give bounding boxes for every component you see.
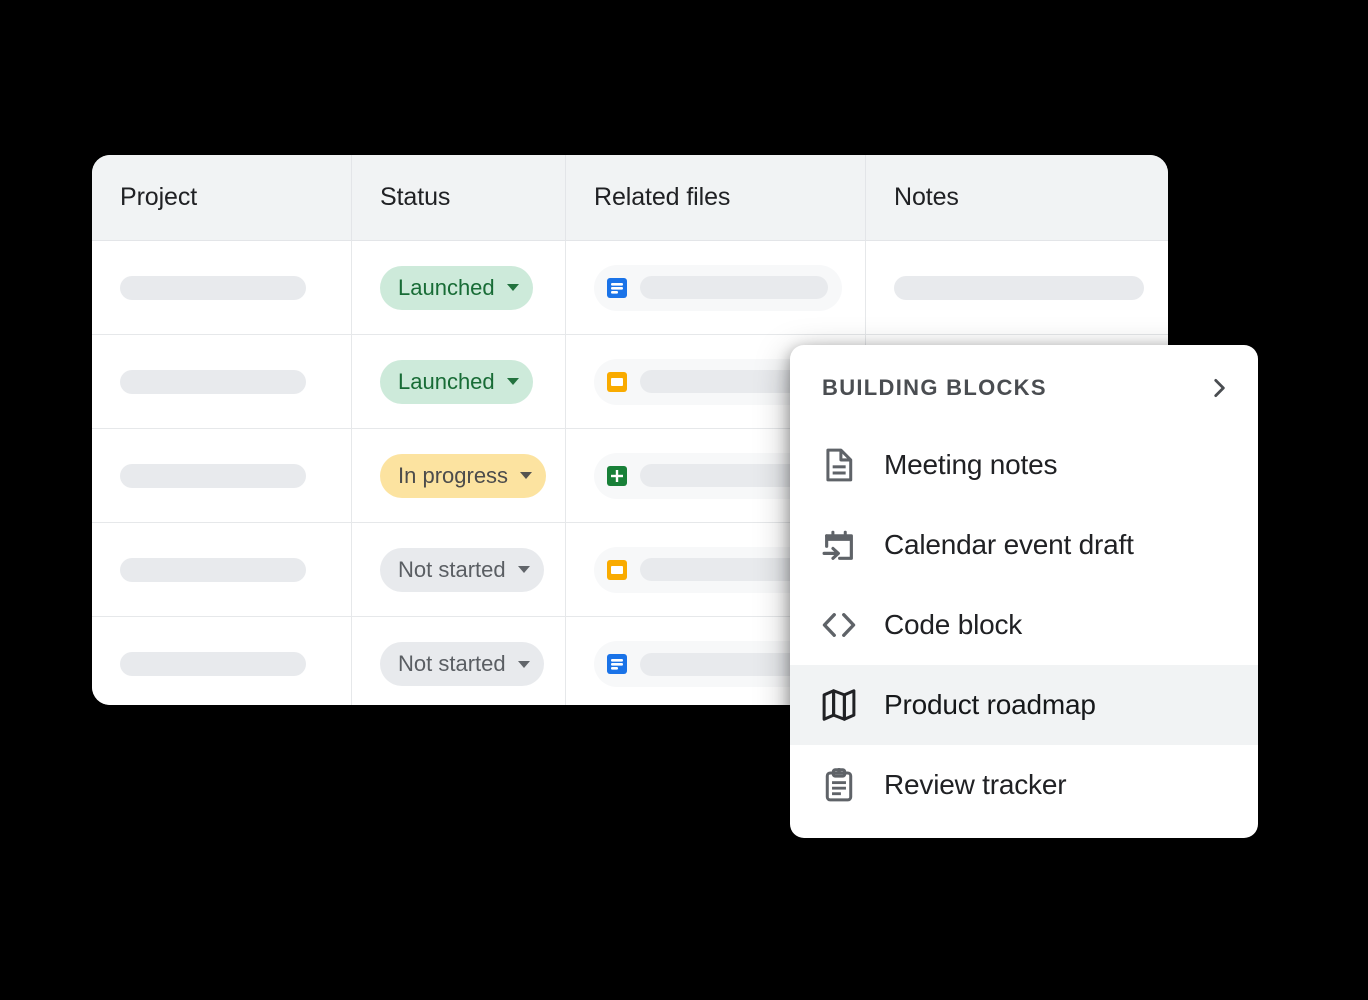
building-blocks-header[interactable]: BUILDING BLOCKS [790, 351, 1258, 425]
status-badge[interactable]: Launched [380, 360, 533, 404]
clipboard-list-icon [820, 766, 858, 804]
building-blocks-panel: BUILDING BLOCKS Meeting notes [790, 345, 1258, 838]
table-row[interactable] [92, 429, 352, 523]
table-row[interactable] [566, 241, 866, 335]
chevron-down-icon [518, 661, 530, 668]
menu-item-label: Meeting notes [884, 449, 1057, 481]
table-row[interactable] [866, 241, 1168, 335]
google-sheets-icon [605, 464, 629, 488]
project-name-placeholder [120, 558, 306, 582]
related-file-name-placeholder [640, 276, 828, 299]
status-badge[interactable]: Launched [380, 266, 533, 310]
column-header-project[interactable]: Project [92, 155, 352, 241]
menu-item-calendar-event-draft[interactable]: Calendar event draft [790, 505, 1258, 585]
chevron-down-icon [507, 378, 519, 385]
notes-placeholder [894, 276, 1144, 300]
menu-item-label: Product roadmap [884, 689, 1096, 721]
status-badge-label: Launched [398, 275, 495, 301]
chevron-down-icon [518, 566, 530, 573]
project-name-placeholder [120, 464, 306, 488]
menu-item-label: Review tracker [884, 769, 1066, 801]
status-badge-label: Not started [398, 651, 506, 677]
map-icon [820, 686, 858, 724]
table-row[interactable] [92, 335, 352, 429]
project-name-placeholder [120, 652, 306, 676]
table-row[interactable] [92, 523, 352, 617]
table-row[interactable] [92, 617, 352, 705]
status-badge[interactable]: Not started [380, 642, 544, 686]
status-badge-label: Launched [398, 369, 495, 395]
menu-item-review-tracker[interactable]: Review tracker [790, 745, 1258, 825]
menu-item-code-block[interactable]: Code block [790, 585, 1258, 665]
code-brackets-icon [820, 606, 858, 644]
menu-item-label: Code block [884, 609, 1022, 641]
google-slides-icon [605, 558, 629, 582]
google-docs-icon [605, 276, 629, 300]
menu-item-label: Calendar event draft [884, 529, 1134, 561]
building-blocks-title: BUILDING BLOCKS [822, 375, 1047, 401]
table-row[interactable]: In progress [352, 429, 566, 523]
chevron-right-icon[interactable] [1206, 375, 1232, 401]
status-badge[interactable]: Not started [380, 548, 544, 592]
status-badge-label: Not started [398, 557, 506, 583]
table-row[interactable]: Not started [352, 617, 566, 705]
project-name-placeholder [120, 276, 306, 300]
table-row[interactable]: Not started [352, 523, 566, 617]
chevron-down-icon [507, 284, 519, 291]
column-header-status[interactable]: Status [352, 155, 566, 241]
project-name-placeholder [120, 370, 306, 394]
table-row[interactable]: Launched [352, 335, 566, 429]
google-slides-icon [605, 370, 629, 394]
menu-item-meeting-notes[interactable]: Meeting notes [790, 425, 1258, 505]
related-file-chip[interactable] [594, 265, 842, 311]
google-docs-icon [605, 652, 629, 676]
table-row[interactable] [92, 241, 352, 335]
screenshot-stage: Project Status Related files Notes Launc… [0, 0, 1368, 1000]
table-row[interactable]: Launched [352, 241, 566, 335]
document-icon [820, 446, 858, 484]
menu-item-product-roadmap[interactable]: Product roadmap [790, 665, 1258, 745]
calendar-arrow-icon [820, 526, 858, 564]
column-header-related-files[interactable]: Related files [566, 155, 866, 241]
column-header-notes[interactable]: Notes [866, 155, 1168, 241]
chevron-down-icon [520, 472, 532, 479]
status-badge-label: In progress [398, 463, 508, 489]
status-badge[interactable]: In progress [380, 454, 546, 498]
